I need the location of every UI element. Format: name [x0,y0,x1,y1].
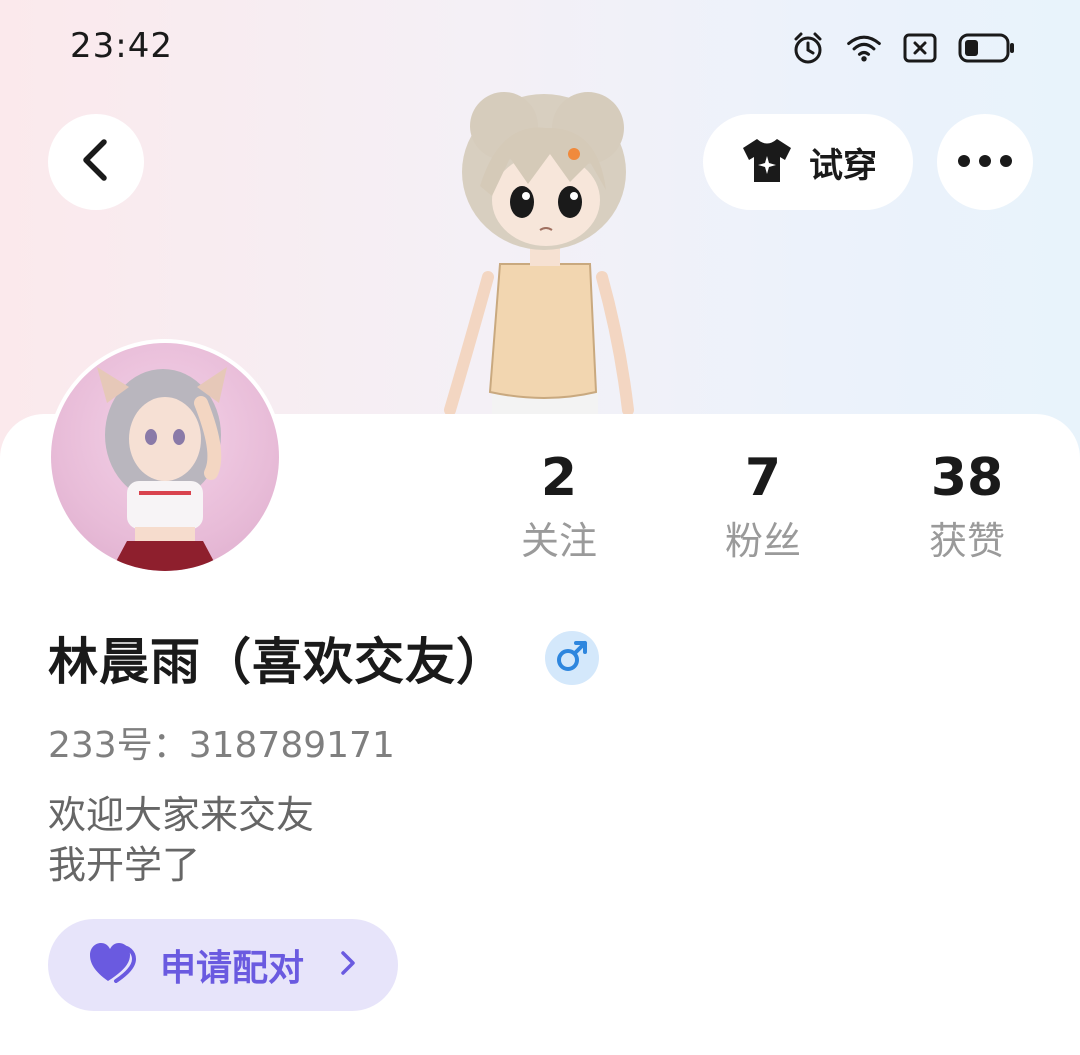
stat-likes[interactable]: 38 获赞 [887,448,1047,566]
stat-following-label: 关注 [520,519,597,563]
battery-icon [958,30,1016,66]
stat-likes-label: 获赞 [928,519,1005,563]
sim-off-icon [902,30,938,66]
try-on-label: 试穿 [809,145,877,186]
stat-following[interactable]: 2 关注 [479,448,639,566]
avatar-character-preview [430,92,660,422]
status-time: 23:42 [70,26,173,66]
heart-icon [90,943,138,987]
user-name: 林晨雨（喜欢交友） [48,633,507,691]
more-button[interactable] [937,114,1033,210]
stat-following-value: 2 [540,448,578,508]
wifi-icon [846,30,882,66]
avatar-image [51,343,279,571]
user-id-label: 233号： [48,725,189,766]
stat-followers-value: 7 [744,448,782,508]
try-on-button[interactable]: 试穿 [703,114,913,210]
more-dots-icon [957,153,1013,172]
bio-line: 我开学了 [48,843,201,887]
avatar[interactable] [47,339,283,575]
stat-followers[interactable]: 7 粉丝 [683,448,843,566]
back-button[interactable] [48,114,144,210]
tshirt-icon [739,136,795,188]
stat-followers-label: 粉丝 [724,519,801,563]
chevron-right-icon [338,948,358,982]
status-bar: 23:42 [0,0,1080,96]
status-icons [790,30,1016,66]
user-id: 233号：318789171 [48,716,395,768]
user-id-value: 318789171 [188,725,395,766]
chevron-left-icon [76,138,116,186]
user-bio: 欢迎大家来交友 我开学了 [48,790,314,890]
name-row: 林晨雨（喜欢交友） [48,622,599,694]
stat-likes-value: 38 [930,448,1004,508]
bio-line: 欢迎大家来交友 [48,793,315,837]
male-icon [555,639,589,677]
apply-pair-button[interactable]: 申请配对 [48,919,398,1011]
gender-badge [545,631,599,685]
alarm-icon [790,30,826,66]
apply-pair-label: 申请配对 [160,948,305,989]
